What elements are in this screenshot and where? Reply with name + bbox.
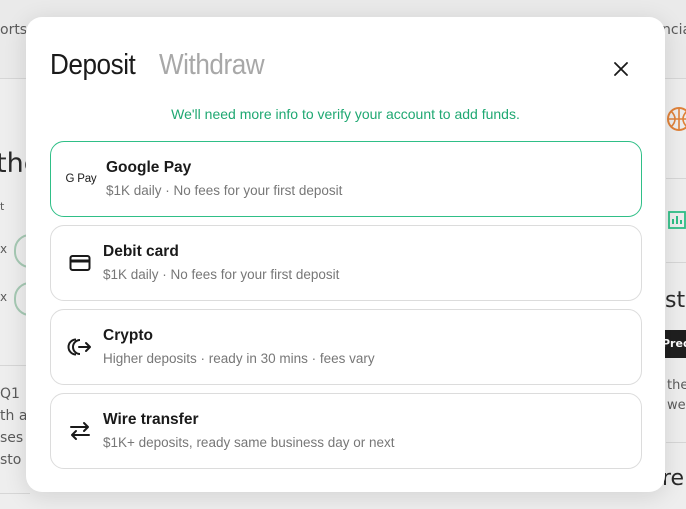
background-nav-text: ncia bbox=[662, 22, 686, 38]
background-text: wee bbox=[667, 398, 686, 413]
modal-tabs: Deposit Withdraw bbox=[50, 49, 276, 82]
option-subtitle: $1K+ deposits, ready same business day o… bbox=[103, 435, 395, 450]
tab-deposit[interactable]: Deposit bbox=[50, 49, 136, 82]
close-icon bbox=[614, 62, 628, 76]
option-google-pay[interactable]: G Pay Google Pay $1K daily · No fees for… bbox=[50, 141, 642, 217]
option-title: Wire transfer bbox=[103, 411, 199, 428]
background-text: sto bbox=[0, 452, 22, 468]
deposit-methods-list: G Pay Google Pay $1K daily · No fees for… bbox=[50, 141, 642, 477]
option-subtitle: $1K daily · No fees for your first depos… bbox=[103, 267, 340, 282]
background-nav-text: orts bbox=[0, 22, 28, 38]
background-divider bbox=[0, 493, 30, 494]
chart-icon bbox=[668, 210, 686, 234]
background-divider bbox=[666, 442, 686, 443]
credit-card-icon bbox=[67, 250, 93, 276]
close-button[interactable] bbox=[611, 59, 631, 79]
background-text: ses bbox=[0, 430, 24, 446]
option-title: Crypto bbox=[103, 327, 153, 344]
background-heading: sto bbox=[665, 288, 686, 313]
deposit-modal: Deposit Withdraw We'll need more info to… bbox=[26, 17, 665, 492]
option-debit-card[interactable]: Debit card $1K daily · No fees for your … bbox=[50, 225, 642, 301]
tab-withdraw[interactable]: Withdraw bbox=[159, 49, 265, 82]
background-text: the bbox=[667, 378, 686, 393]
option-crypto[interactable]: Crypto Higher deposits · ready in 30 min… bbox=[50, 309, 642, 385]
basketball-icon bbox=[666, 106, 686, 136]
background-divider bbox=[666, 178, 686, 179]
option-title: Debit card bbox=[103, 243, 179, 260]
verification-notice: We'll need more info to verify your acco… bbox=[171, 106, 520, 122]
transfer-arrows-icon bbox=[67, 418, 93, 444]
google-pay-icon-text: G Pay bbox=[65, 173, 97, 185]
crypto-icon bbox=[67, 334, 93, 360]
google-pay-icon: G Pay bbox=[65, 166, 97, 192]
background-text: x bbox=[0, 290, 8, 304]
background-heading: ren bbox=[662, 466, 686, 491]
option-title: Google Pay bbox=[106, 159, 192, 176]
option-wire-transfer[interactable]: Wire transfer $1K+ deposits, ready same … bbox=[50, 393, 642, 469]
background-text: x bbox=[0, 242, 8, 256]
background-divider bbox=[666, 262, 686, 263]
background-text: th a bbox=[0, 408, 28, 424]
background-text: t bbox=[0, 200, 5, 213]
option-subtitle: $1K daily · No fees for your first depos… bbox=[106, 183, 343, 198]
option-subtitle: Higher deposits · ready in 30 mins · fee… bbox=[103, 351, 375, 366]
background-text: Q1 : bbox=[0, 386, 30, 402]
